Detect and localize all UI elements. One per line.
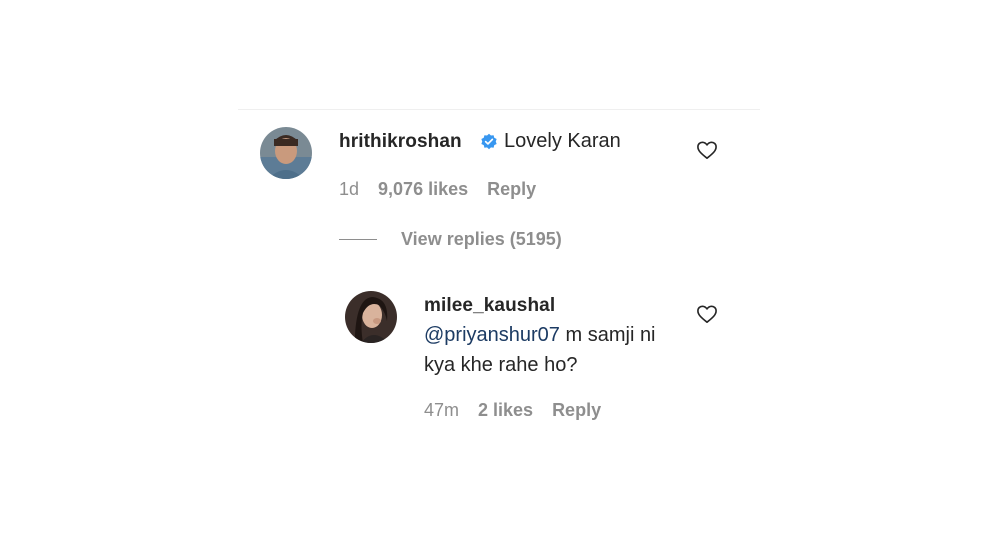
reply-meta: 47m 2 likes Reply xyxy=(424,400,601,421)
comment-time[interactable]: 1d xyxy=(339,179,359,200)
view-replies-line xyxy=(339,239,377,240)
reply-text-block: @priyanshur07 m samji ni kya khe rahe ho… xyxy=(424,320,684,380)
avatar[interactable] xyxy=(260,127,312,179)
reply-likes[interactable]: 2 likes xyxy=(478,400,533,421)
reply-avatar-image xyxy=(345,291,397,343)
like-heart-icon[interactable] xyxy=(696,140,718,160)
reply-mention-link[interactable]: @priyanshur07 xyxy=(424,324,560,346)
avatar-image xyxy=(260,127,312,179)
comments-panel: hrithikroshan Lovely Karan 1d 9,076 like… xyxy=(0,0,1000,550)
comment-likes[interactable]: 9,076 likes xyxy=(378,179,468,200)
reply-username[interactable]: milee_kaushal xyxy=(424,295,555,317)
comment-username[interactable]: hrithikroshan xyxy=(339,131,462,153)
comment-meta: 1d 9,076 likes Reply xyxy=(339,179,536,200)
verified-badge-icon xyxy=(481,133,497,150)
top-divider xyxy=(238,109,760,110)
view-replies-label: View replies (5195) xyxy=(401,229,562,249)
reply-avatar[interactable] xyxy=(345,291,397,343)
comment-text: Lovely Karan xyxy=(504,130,621,152)
view-replies-button[interactable]: View replies (5195) xyxy=(339,229,562,250)
reply-like-heart-icon[interactable] xyxy=(696,304,718,324)
reply-reply-button[interactable]: Reply xyxy=(552,400,601,421)
reply-time[interactable]: 47m xyxy=(424,400,459,421)
comment-reply-button[interactable]: Reply xyxy=(487,179,536,200)
